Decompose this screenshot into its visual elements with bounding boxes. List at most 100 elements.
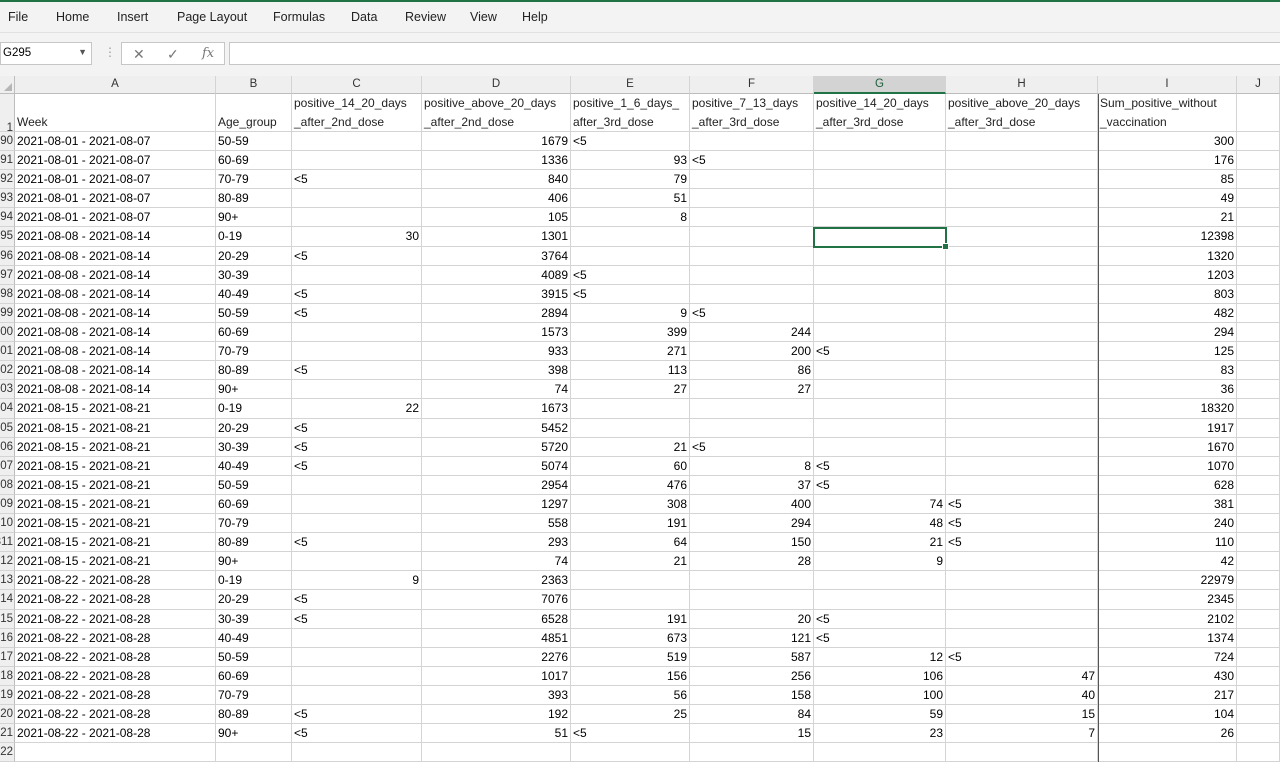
column-title-cell[interactable]: Age_group (216, 94, 292, 132)
row-header[interactable]: 290 (0, 132, 15, 151)
cell-c-300[interactable] (292, 323, 422, 342)
cell-c-298[interactable]: <5 (292, 285, 422, 304)
cell-g-317[interactable]: 12 (814, 648, 946, 667)
cell-d-307[interactable]: 5074 (422, 457, 571, 476)
cell-h-299[interactable] (946, 304, 1098, 323)
cell-g-306[interactable] (814, 438, 946, 457)
cell-i-311[interactable]: 110 (1098, 533, 1237, 552)
cell-a-304[interactable]: 2021-08-15 - 2021-08-21 (15, 399, 216, 419)
cell-g-320[interactable]: 59 (814, 705, 946, 724)
cell-e-309[interactable]: 308 (571, 495, 690, 514)
cell-f-321[interactable]: 15 (690, 724, 814, 743)
insert-function-icon[interactable]: fx (202, 46, 214, 61)
cell-i-308[interactable]: 628 (1098, 476, 1237, 495)
cell-d-310[interactable]: 558 (422, 514, 571, 533)
cell-a-311[interactable]: 2021-08-15 - 2021-08-21 (15, 533, 216, 552)
cell-c-293[interactable] (292, 189, 422, 208)
cell-h-322[interactable] (946, 743, 1098, 762)
cell-b-315[interactable]: 30-39 (216, 610, 292, 629)
cell-f-315[interactable]: 20 (690, 610, 814, 629)
cell-i-319[interactable]: 217 (1098, 686, 1237, 705)
row-header[interactable]: 291 (0, 151, 15, 170)
cell-c-297[interactable] (292, 266, 422, 285)
cell-g-319[interactable]: 100 (814, 686, 946, 705)
cell-c-290[interactable] (292, 132, 422, 151)
tab-formulas[interactable]: Formulas (273, 10, 325, 24)
column-header-j[interactable]: J (1237, 76, 1280, 94)
cell-i-315[interactable]: 2102 (1098, 610, 1237, 629)
cell-e-322[interactable] (571, 743, 690, 762)
cell-f-311[interactable]: 150 (690, 533, 814, 552)
column-header-h[interactable]: H (946, 76, 1098, 94)
cell-i-302[interactable]: 83 (1098, 361, 1237, 380)
cell-a-293[interactable]: 2021-08-01 - 2021-08-07 (15, 189, 216, 208)
row-header[interactable]: 295 (0, 227, 15, 247)
cell-j-315[interactable] (1237, 610, 1280, 629)
cell-g-313[interactable] (814, 571, 946, 590)
cell-c-294[interactable] (292, 208, 422, 227)
cell-e-318[interactable]: 156 (571, 667, 690, 686)
cell-j-295[interactable] (1237, 227, 1280, 247)
cell-f-291[interactable]: <5 (690, 151, 814, 170)
cell-h-290[interactable] (946, 132, 1098, 151)
cell-i-294[interactable]: 21 (1098, 208, 1237, 227)
cell-g-295[interactable] (814, 227, 946, 247)
cell-i-292[interactable]: 85 (1098, 170, 1237, 189)
row-header[interactable]: 302 (0, 361, 15, 380)
cell-g-297[interactable] (814, 266, 946, 285)
cell-i-310[interactable]: 240 (1098, 514, 1237, 533)
cell-e-315[interactable]: 191 (571, 610, 690, 629)
cell-d-317[interactable]: 2276 (422, 648, 571, 667)
cell-a-315[interactable]: 2021-08-22 - 2021-08-28 (15, 610, 216, 629)
cell-a-305[interactable]: 2021-08-15 - 2021-08-21 (15, 419, 216, 438)
cell-d-299[interactable]: 2894 (422, 304, 571, 323)
row-header[interactable]: 313 (0, 571, 15, 590)
column-title-cell[interactable]: positive_1_6_days_ after_3rd_dose (571, 94, 690, 132)
cell-h-314[interactable] (946, 590, 1098, 610)
cell-i-322[interactable] (1098, 743, 1237, 762)
cell-c-307[interactable]: <5 (292, 457, 422, 476)
cell-i-316[interactable]: 1374 (1098, 629, 1237, 648)
row-header[interactable]: 311 (0, 533, 15, 552)
cell-b-304[interactable]: 0-19 (216, 399, 292, 419)
cell-c-318[interactable] (292, 667, 422, 686)
cell-i-301[interactable]: 125 (1098, 342, 1237, 361)
tab-review[interactable]: Review (405, 10, 446, 24)
cell-b-321[interactable]: 90+ (216, 724, 292, 743)
formula-input[interactable] (229, 42, 1280, 65)
cell-f-318[interactable]: 256 (690, 667, 814, 686)
tab-insert[interactable]: Insert (117, 10, 148, 24)
cell-h-302[interactable] (946, 361, 1098, 380)
cell-a-308[interactable]: 2021-08-15 - 2021-08-21 (15, 476, 216, 495)
cell-j-297[interactable] (1237, 266, 1280, 285)
row-header[interactable]: 297 (0, 266, 15, 285)
cell-b-293[interactable]: 80-89 (216, 189, 292, 208)
cell-c-309[interactable] (292, 495, 422, 514)
row-header[interactable]: 319 (0, 686, 15, 705)
cell-f-313[interactable] (690, 571, 814, 590)
cell-h-317[interactable]: <5 (946, 648, 1098, 667)
cell-i-297[interactable]: 1203 (1098, 266, 1237, 285)
cell-a-306[interactable]: 2021-08-15 - 2021-08-21 (15, 438, 216, 457)
cell-g-303[interactable] (814, 380, 946, 399)
row-header[interactable]: 312 (0, 552, 15, 571)
column-header-c[interactable]: C (292, 76, 422, 94)
cell-e-306[interactable]: 21 (571, 438, 690, 457)
tab-data[interactable]: Data (351, 10, 377, 24)
cell-d-322[interactable] (422, 743, 571, 762)
cell-b-318[interactable]: 60-69 (216, 667, 292, 686)
cell-e-293[interactable]: 51 (571, 189, 690, 208)
cell-h-306[interactable] (946, 438, 1098, 457)
cell-b-292[interactable]: 70-79 (216, 170, 292, 189)
column-header-e[interactable]: E (571, 76, 690, 94)
cell-j-313[interactable] (1237, 571, 1280, 590)
cell-d-292[interactable]: 840 (422, 170, 571, 189)
cell-i-291[interactable]: 176 (1098, 151, 1237, 170)
cell-a-309[interactable]: 2021-08-15 - 2021-08-21 (15, 495, 216, 514)
cell-f-292[interactable] (690, 170, 814, 189)
cell-i-313[interactable]: 22979 (1098, 571, 1237, 590)
cell-c-292[interactable]: <5 (292, 170, 422, 189)
cell-a-319[interactable]: 2021-08-22 - 2021-08-28 (15, 686, 216, 705)
cell-b-296[interactable]: 20-29 (216, 247, 292, 266)
cell-h-291[interactable] (946, 151, 1098, 170)
